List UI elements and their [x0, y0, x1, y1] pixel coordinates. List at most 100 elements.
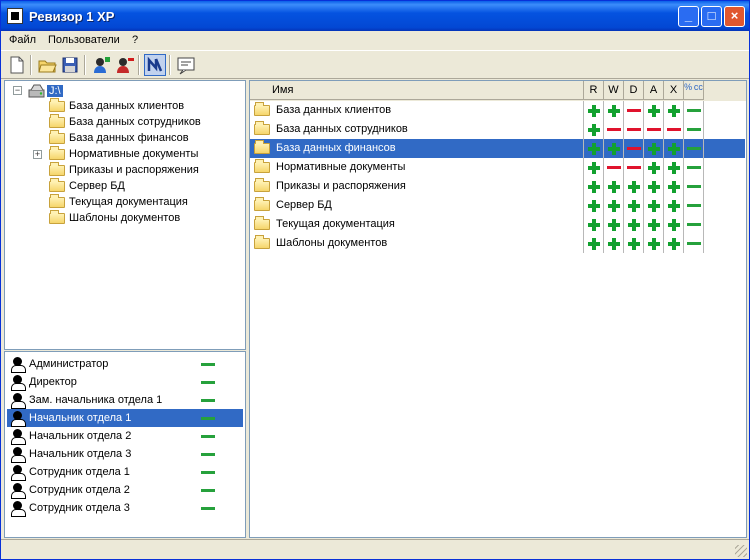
permission-cell[interactable]: [684, 215, 704, 234]
grid-row[interactable]: Текущая документация: [250, 215, 745, 234]
column-append[interactable]: A: [644, 81, 664, 100]
menu-help[interactable]: ?: [132, 34, 138, 46]
user-row-employee-2[interactable]: Сотрудник отдела 2: [7, 481, 243, 500]
column-read[interactable]: R: [584, 81, 604, 100]
permission-cell[interactable]: [664, 120, 684, 139]
permission-cell[interactable]: [664, 177, 684, 196]
grid-row[interactable]: Нормативные документы: [250, 158, 745, 177]
user-remove-icon[interactable]: [113, 54, 135, 76]
grid-row[interactable]: Приказы и распоряжения: [250, 177, 745, 196]
permission-cell[interactable]: [584, 196, 604, 215]
permission-cell[interactable]: [624, 196, 644, 215]
column-delete[interactable]: D: [624, 81, 644, 100]
permission-cell[interactable]: [604, 215, 624, 234]
permission-cell[interactable]: [624, 120, 644, 139]
user-row-deputy-head[interactable]: Зам. начальника отдела 1: [7, 391, 243, 410]
save-icon[interactable]: [59, 54, 81, 76]
permission-cell[interactable]: [684, 120, 704, 139]
title-bar[interactable]: Ревизор 1 XP _ □ ×: [1, 1, 749, 31]
permission-cell[interactable]: [644, 120, 664, 139]
column-execute[interactable]: X: [664, 81, 684, 100]
permission-cell[interactable]: [664, 139, 684, 158]
grid-row[interactable]: Сервер БД: [250, 196, 745, 215]
grid-row[interactable]: База данных клиентов: [250, 101, 745, 120]
maximize-button[interactable]: □: [701, 6, 722, 27]
permission-cell[interactable]: [664, 215, 684, 234]
tree-item[interactable]: Шаблоны документов: [49, 209, 180, 226]
grid-row[interactable]: Шаблоны документов: [250, 234, 745, 253]
permission-cell[interactable]: [684, 177, 704, 196]
minimize-button[interactable]: _: [678, 6, 699, 27]
permission-cell[interactable]: [624, 215, 644, 234]
user-add-icon[interactable]: [90, 54, 112, 76]
permission-cell[interactable]: [584, 101, 604, 120]
open-folder-icon[interactable]: [36, 54, 58, 76]
user-row-administrator[interactable]: Администратор: [7, 355, 243, 374]
column-cc[interactable]: % cc: [684, 81, 704, 100]
new-file-icon[interactable]: [5, 54, 27, 76]
collapse-icon[interactable]: −: [13, 86, 22, 95]
tree-root[interactable]: J:\: [47, 83, 63, 99]
permission-cell[interactable]: [604, 139, 624, 158]
permissions-grid[interactable]: Имя R W D A X % cc База данных клиентов Б…: [249, 80, 747, 538]
audit-icon[interactable]: [144, 54, 166, 76]
permission-cell[interactable]: [664, 158, 684, 177]
user-row-head-3[interactable]: Начальник отдела 3: [7, 445, 243, 464]
permission-cell[interactable]: [664, 101, 684, 120]
permission-cell[interactable]: [624, 177, 644, 196]
tree-item[interactable]: База данных сотрудников: [49, 113, 201, 130]
grid-row[interactable]: База данных финансов: [250, 139, 745, 158]
tree-item[interactable]: Текущая документация: [49, 193, 188, 210]
folder-tree[interactable]: − J:\ База данных клиентов База данных с…: [4, 80, 246, 350]
users-list[interactable]: Администратор Директор Зам. начальника о…: [4, 351, 246, 538]
user-row-employee-3[interactable]: Сотрудник отдела 3: [7, 499, 243, 518]
user-row-head-1[interactable]: Начальник отдела 1: [7, 409, 243, 428]
permission-cell[interactable]: [644, 139, 664, 158]
column-name[interactable]: Имя: [250, 81, 584, 100]
permission-cell[interactable]: [604, 101, 624, 120]
user-row-head-2[interactable]: Начальник отдела 2: [7, 427, 243, 446]
permission-cell[interactable]: [684, 196, 704, 215]
permission-cell[interactable]: [644, 196, 664, 215]
permission-cell[interactable]: [584, 215, 604, 234]
permission-cell[interactable]: [624, 101, 644, 120]
permission-cell[interactable]: [584, 234, 604, 253]
permission-cell[interactable]: [684, 234, 704, 253]
permission-cell[interactable]: [624, 234, 644, 253]
permission-cell[interactable]: [584, 158, 604, 177]
permission-cell[interactable]: [604, 234, 624, 253]
permission-cell[interactable]: [604, 196, 624, 215]
permission-cell[interactable]: [644, 215, 664, 234]
permission-cell[interactable]: [584, 120, 604, 139]
grid-row[interactable]: База данных сотрудников: [250, 120, 745, 139]
close-button[interactable]: ×: [724, 6, 745, 27]
resize-grip-icon[interactable]: [735, 545, 747, 557]
permission-cell[interactable]: [624, 158, 644, 177]
user-row-employee-1[interactable]: Сотрудник отдела 1: [7, 463, 243, 482]
permission-cell[interactable]: [684, 139, 704, 158]
user-row-director[interactable]: Директор: [7, 373, 243, 392]
tree-item[interactable]: Сервер БД: [49, 177, 125, 194]
permission-cell[interactable]: [664, 234, 684, 253]
tree-item[interactable]: Нормативные документы: [49, 145, 198, 162]
permission-cell[interactable]: [684, 101, 704, 120]
tree-item[interactable]: База данных клиентов: [49, 97, 184, 114]
permission-cell[interactable]: [644, 177, 664, 196]
permission-cell[interactable]: [684, 158, 704, 177]
permission-cell[interactable]: [604, 120, 624, 139]
permission-cell[interactable]: [644, 158, 664, 177]
permission-cell[interactable]: [604, 177, 624, 196]
report-icon[interactable]: [175, 54, 197, 76]
expand-icon[interactable]: +: [33, 150, 42, 159]
permission-cell[interactable]: [584, 177, 604, 196]
permission-cell[interactable]: [644, 234, 664, 253]
permission-cell[interactable]: [644, 101, 664, 120]
permission-cell[interactable]: [584, 139, 604, 158]
permission-cell[interactable]: [664, 196, 684, 215]
permission-cell[interactable]: [604, 158, 624, 177]
column-write[interactable]: W: [604, 81, 624, 100]
permission-cell[interactable]: [624, 139, 644, 158]
app-icon[interactable]: [7, 8, 23, 24]
tree-item[interactable]: База данных финансов: [49, 129, 189, 146]
tree-item[interactable]: Приказы и распоряжения: [49, 161, 199, 178]
